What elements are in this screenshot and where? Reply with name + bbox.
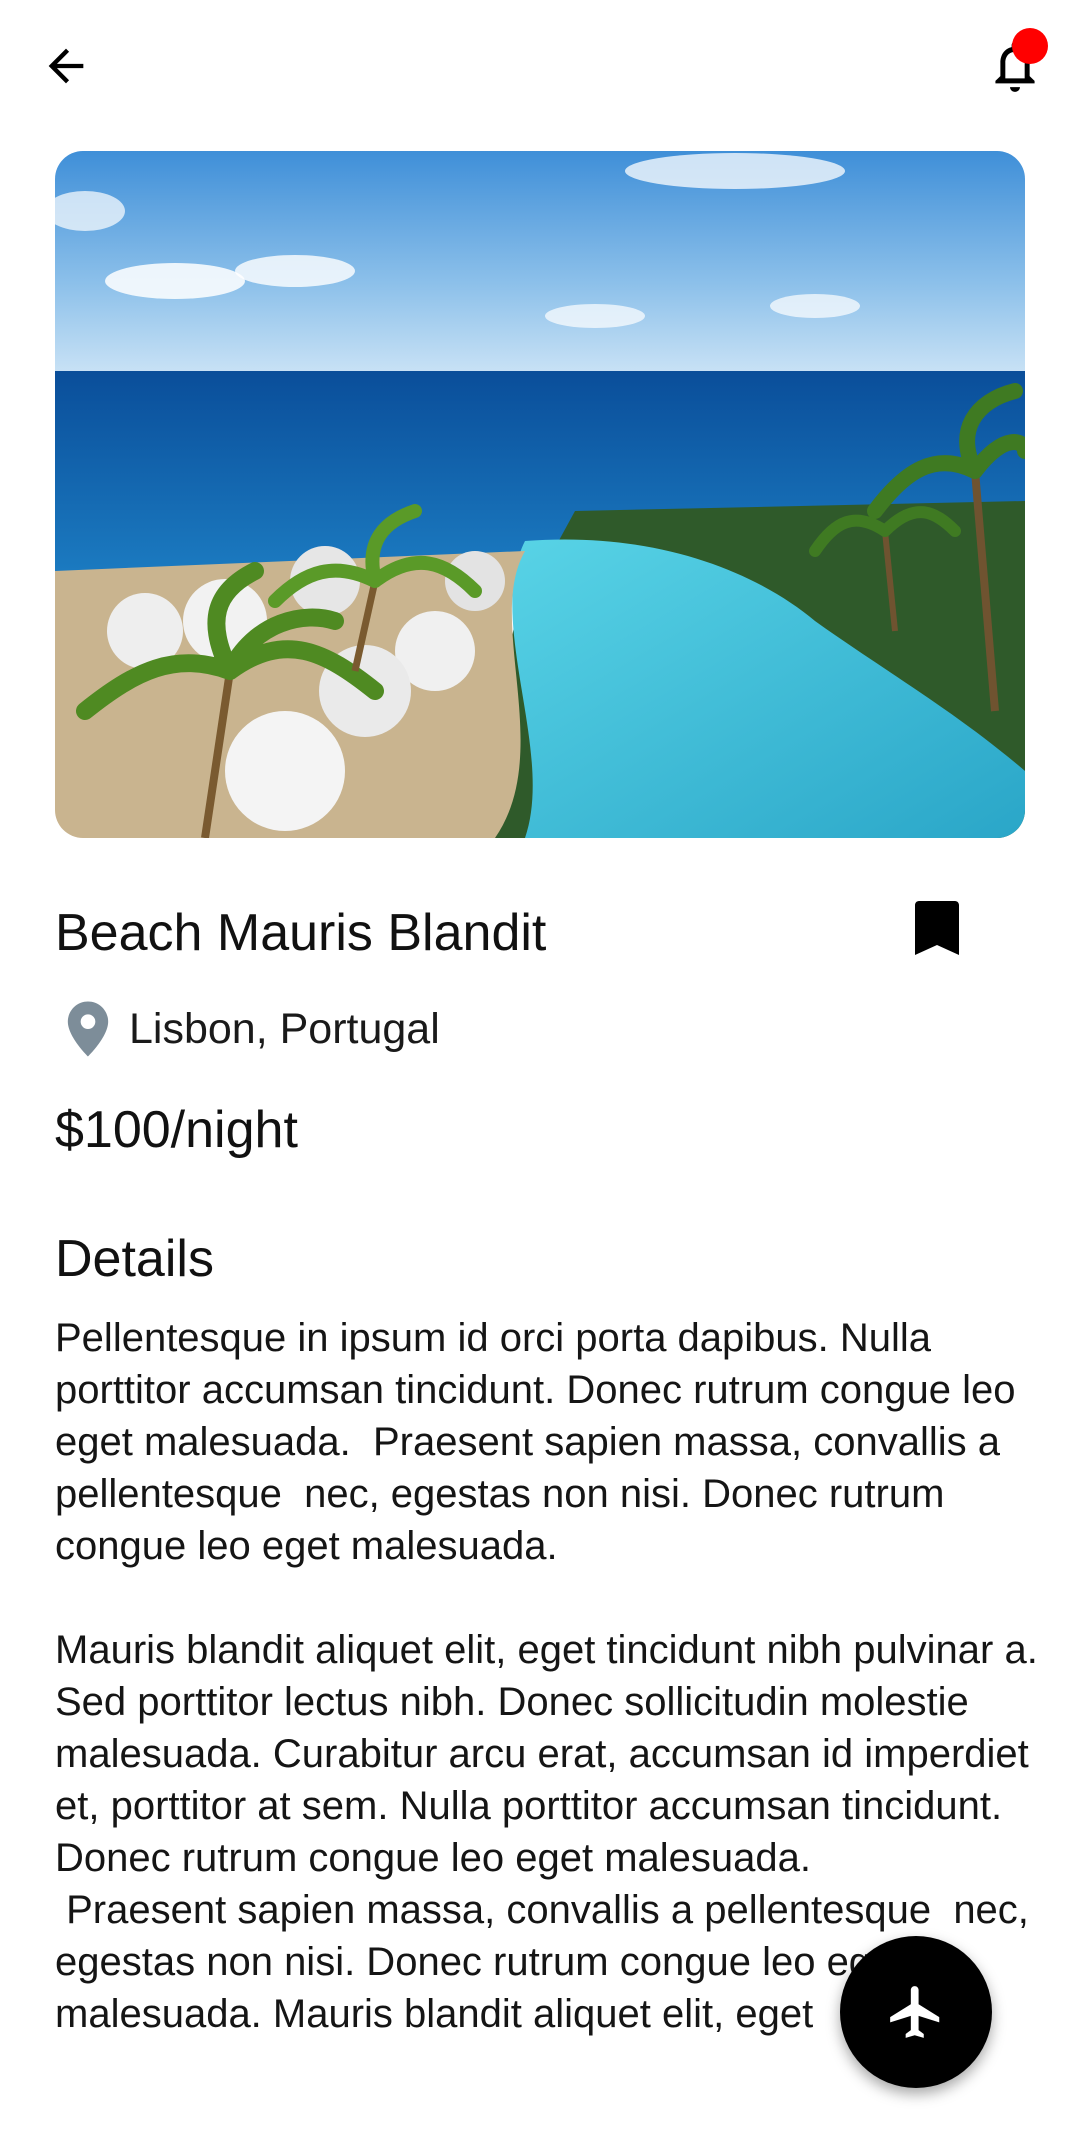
- bookmark-button[interactable]: [905, 893, 969, 963]
- arrow-left-icon: [48, 48, 84, 84]
- listing-title: Beach Mauris Blandit: [55, 904, 547, 962]
- airplane-icon: [890, 1986, 940, 2038]
- details-heading: Details: [55, 1230, 214, 1288]
- bookmark-icon: [915, 901, 959, 955]
- listing-detail-screen: Beach Mauris Blandit Lisbon, Portugal $1…: [0, 0, 1080, 2131]
- book-flight-fab[interactable]: [840, 1936, 992, 2088]
- hero-image: [55, 151, 1025, 838]
- back-button[interactable]: [30, 30, 102, 102]
- details-description: Pellentesque in ipsum id orci porta dapi…: [55, 1316, 1038, 2036]
- location-text: Lisbon, Portugal: [129, 1005, 440, 1053]
- notification-badge: [1012, 28, 1048, 64]
- map-pin-icon: [55, 996, 121, 1062]
- location-row: Lisbon, Portugal: [55, 996, 440, 1062]
- price-label: $100/night: [55, 1101, 298, 1159]
